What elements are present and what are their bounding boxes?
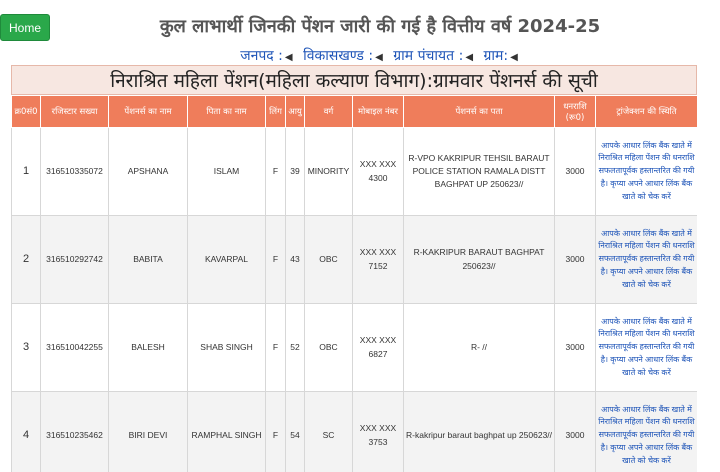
- table-row: 2 316510292742 BABITA KAVARPAL F 43 OBC …: [11, 215, 697, 304]
- cell-pensioner-name: APSHANA: [108, 127, 188, 216]
- cell-age: 54: [285, 391, 305, 472]
- cell-pensioner-name: BABITA: [108, 215, 188, 304]
- cell-age: 39: [285, 127, 305, 216]
- col-header-pensioner-name: पेंशनर्स का नाम: [108, 95, 188, 128]
- cell-category: OBC: [304, 215, 353, 304]
- district-dropdown-icon[interactable]: ◀: [285, 52, 293, 63]
- cell-address: R-VPO KAKRIPUR TEHSIL BARAUT POLICE STAT…: [403, 127, 555, 216]
- col-header-address: पेंशनर्स का पता: [403, 95, 555, 128]
- cell-father-name: KAVARPAL: [187, 215, 266, 304]
- cell-mobile: XXX XXX 3753: [352, 391, 404, 472]
- gram-panchayat-filter-label: ग्राम पंचायत :: [393, 48, 464, 64]
- pensioner-list-panel: निराश्रित महिला पेंशन(महिला कल्याण विभाग…: [11, 65, 697, 472]
- cell-mobile: XXX XXX 6827: [352, 303, 404, 392]
- col-header-gender: लिंग: [265, 95, 286, 128]
- cell-amount: 3000: [554, 391, 596, 472]
- cell-gender: F: [265, 127, 286, 216]
- village-dropdown-icon[interactable]: ◀: [510, 52, 518, 63]
- cell-category: OBC: [304, 303, 353, 392]
- cell-category: MINORITY: [304, 127, 353, 216]
- cell-sno: 3: [11, 303, 41, 392]
- block-filter-label: विकासखण्ड :: [303, 48, 374, 64]
- cell-transaction-status: आपके आधार लिंक बैंक खाते में निराश्रित म…: [595, 215, 697, 304]
- col-header-transaction-status: ट्रांजेक्शन की स्थिति: [595, 95, 697, 128]
- page-title: कुल लाभार्थी जिनकी पेंशन जारी की गई है व…: [159, 16, 601, 37]
- cell-gender: F: [265, 391, 286, 472]
- cell-registration-no: 316510042255: [40, 303, 109, 392]
- cell-sno: 4: [11, 391, 41, 472]
- cell-age: 52: [285, 303, 305, 392]
- cell-amount: 3000: [554, 303, 596, 392]
- col-header-father-name: पिता का नाम: [187, 95, 266, 128]
- cell-father-name: ISLAM: [187, 127, 266, 216]
- district-filter-label: जनपद :: [240, 48, 283, 64]
- cell-gender: F: [265, 303, 286, 392]
- cell-amount: 3000: [554, 215, 596, 304]
- table-row: 3 316510042255 BALESH SHAB SINGH F 52 OB…: [11, 303, 697, 392]
- cell-category: SC: [304, 391, 353, 472]
- cell-mobile: XXX XXX 4300: [352, 127, 404, 216]
- filter-bar: जनपद : ◀ विकासखण्ड : ◀ ग्राम पंचायत : ◀ ग्र…: [0, 46, 720, 65]
- block-dropdown-icon[interactable]: ◀: [375, 52, 383, 63]
- cell-address: R- //: [403, 303, 555, 392]
- table-row: 4 316510235462 BIRI DEVI RAMPHAL SINGH F…: [11, 391, 697, 472]
- gram-panchayat-dropdown-icon[interactable]: ◀: [465, 52, 473, 63]
- cell-pensioner-name: BALESH: [108, 303, 188, 392]
- cell-address: R-kakripur baraut baghpat up 250623//: [403, 391, 555, 472]
- cell-transaction-status: आपके आधार लिंक बैंक खाते में निराश्रित म…: [595, 391, 697, 472]
- cell-sno: 1: [11, 127, 41, 216]
- col-header-category: वर्ग: [304, 95, 353, 128]
- col-header-age: आयु: [285, 95, 305, 128]
- cell-transaction-status: आपके आधार लिंक बैंक खाते में निराश्रित म…: [595, 303, 697, 392]
- list-title: निराश्रित महिला पेंशन(महिला कल्याण विभाग…: [11, 65, 697, 95]
- col-header-registration-no: रजिस्टार सख्या: [40, 95, 109, 128]
- cell-registration-no: 316510235462: [40, 391, 109, 472]
- col-header-amount: धनराशि (रू0): [554, 95, 596, 128]
- col-header-sno: क्र0सं0: [11, 95, 41, 128]
- table-header-row: क्र0सं0 रजिस्टार सख्या पेंशनर्स का नाम प…: [11, 95, 697, 128]
- cell-amount: 3000: [554, 127, 596, 216]
- cell-mobile: XXX XXX 7152: [352, 215, 404, 304]
- pensioner-table: क्र0सं0 रजिस्टार सख्या पेंशनर्स का नाम प…: [11, 95, 697, 472]
- cell-pensioner-name: BIRI DEVI: [108, 391, 188, 472]
- cell-father-name: SHAB SINGH: [187, 303, 266, 392]
- cell-registration-no: 316510292742: [40, 215, 109, 304]
- cell-transaction-status: आपके आधार लिंक बैंक खाते में निराश्रित म…: [595, 127, 697, 216]
- village-filter-label: ग्राम:: [483, 48, 509, 64]
- cell-sno: 2: [11, 215, 41, 304]
- cell-age: 43: [285, 215, 305, 304]
- cell-gender: F: [265, 215, 286, 304]
- col-header-mobile: मोबाइल नंबर: [352, 95, 404, 128]
- cell-father-name: RAMPHAL SINGH: [187, 391, 266, 472]
- cell-registration-no: 316510335072: [40, 127, 109, 216]
- table-row: 1 316510335072 APSHANA ISLAM F 39 MINORI…: [11, 127, 697, 216]
- cell-address: R-KAKRIPUR BARAUT BAGHPAT 250623//: [403, 215, 555, 304]
